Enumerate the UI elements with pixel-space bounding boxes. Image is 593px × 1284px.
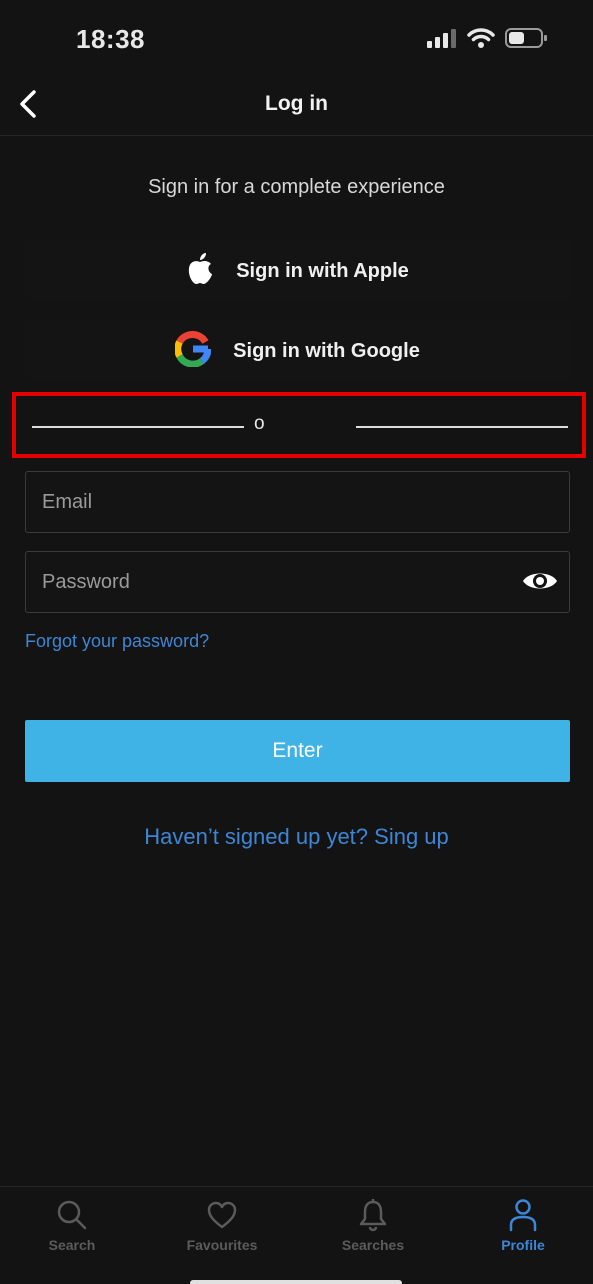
apple-icon [186,252,214,291]
email-field-container [25,471,570,533]
bottom-tab-bar: Search Favourites Searches Profile [0,1186,593,1284]
forgot-password-link[interactable]: Forgot your password? [25,631,209,652]
status-time: 18:38 [76,24,145,54]
google-button-label: Sign in with Google [233,339,420,362]
divider-line-left [32,426,244,428]
search-icon [12,1197,132,1233]
show-password-toggle[interactable] [519,566,561,600]
tab-favourites-label: Favourites [186,1237,258,1253]
divider-line-right [356,426,568,428]
tab-profile-label: Profile [501,1237,545,1253]
apple-button-label: Sign in with Apple [236,259,409,282]
home-indicator [190,1280,402,1284]
status-bar: 18:38 [0,0,593,80]
password-field-container [25,551,570,613]
tab-profile[interactable]: Profile [463,1197,583,1261]
sign-up-link[interactable]: Haven’t signed up yet? Sing up [0,824,593,850]
page-title: Log in [265,92,328,115]
sign-in-apple-button[interactable]: Sign in with Apple [25,240,570,302]
wifi-icon [467,27,495,54]
nav-header: Log in [0,80,593,136]
sign-in-google-button[interactable]: Sign in with Google [25,320,570,382]
tab-search[interactable]: Search [12,1197,132,1261]
tab-favourites[interactable]: Favourites [162,1197,282,1261]
google-icon [174,330,212,372]
signin-subtitle: Sign in for a complete experience [148,176,445,198]
status-icons [427,27,549,54]
eye-icon [521,568,559,599]
heart-icon [162,1197,282,1233]
user-icon [463,1197,583,1233]
password-input[interactable] [26,552,569,612]
or-divider: o [12,392,586,458]
battery-icon [505,27,549,54]
bell-icon [313,1197,433,1233]
tab-search-label: Search [48,1237,96,1253]
cellular-signal-icon [427,28,457,53]
email-input[interactable] [26,472,569,532]
tab-searches[interactable]: Searches [313,1197,433,1261]
tab-searches-label: Searches [341,1237,405,1253]
divider-text: o [254,413,265,434]
enter-button[interactable]: Enter [25,720,570,782]
